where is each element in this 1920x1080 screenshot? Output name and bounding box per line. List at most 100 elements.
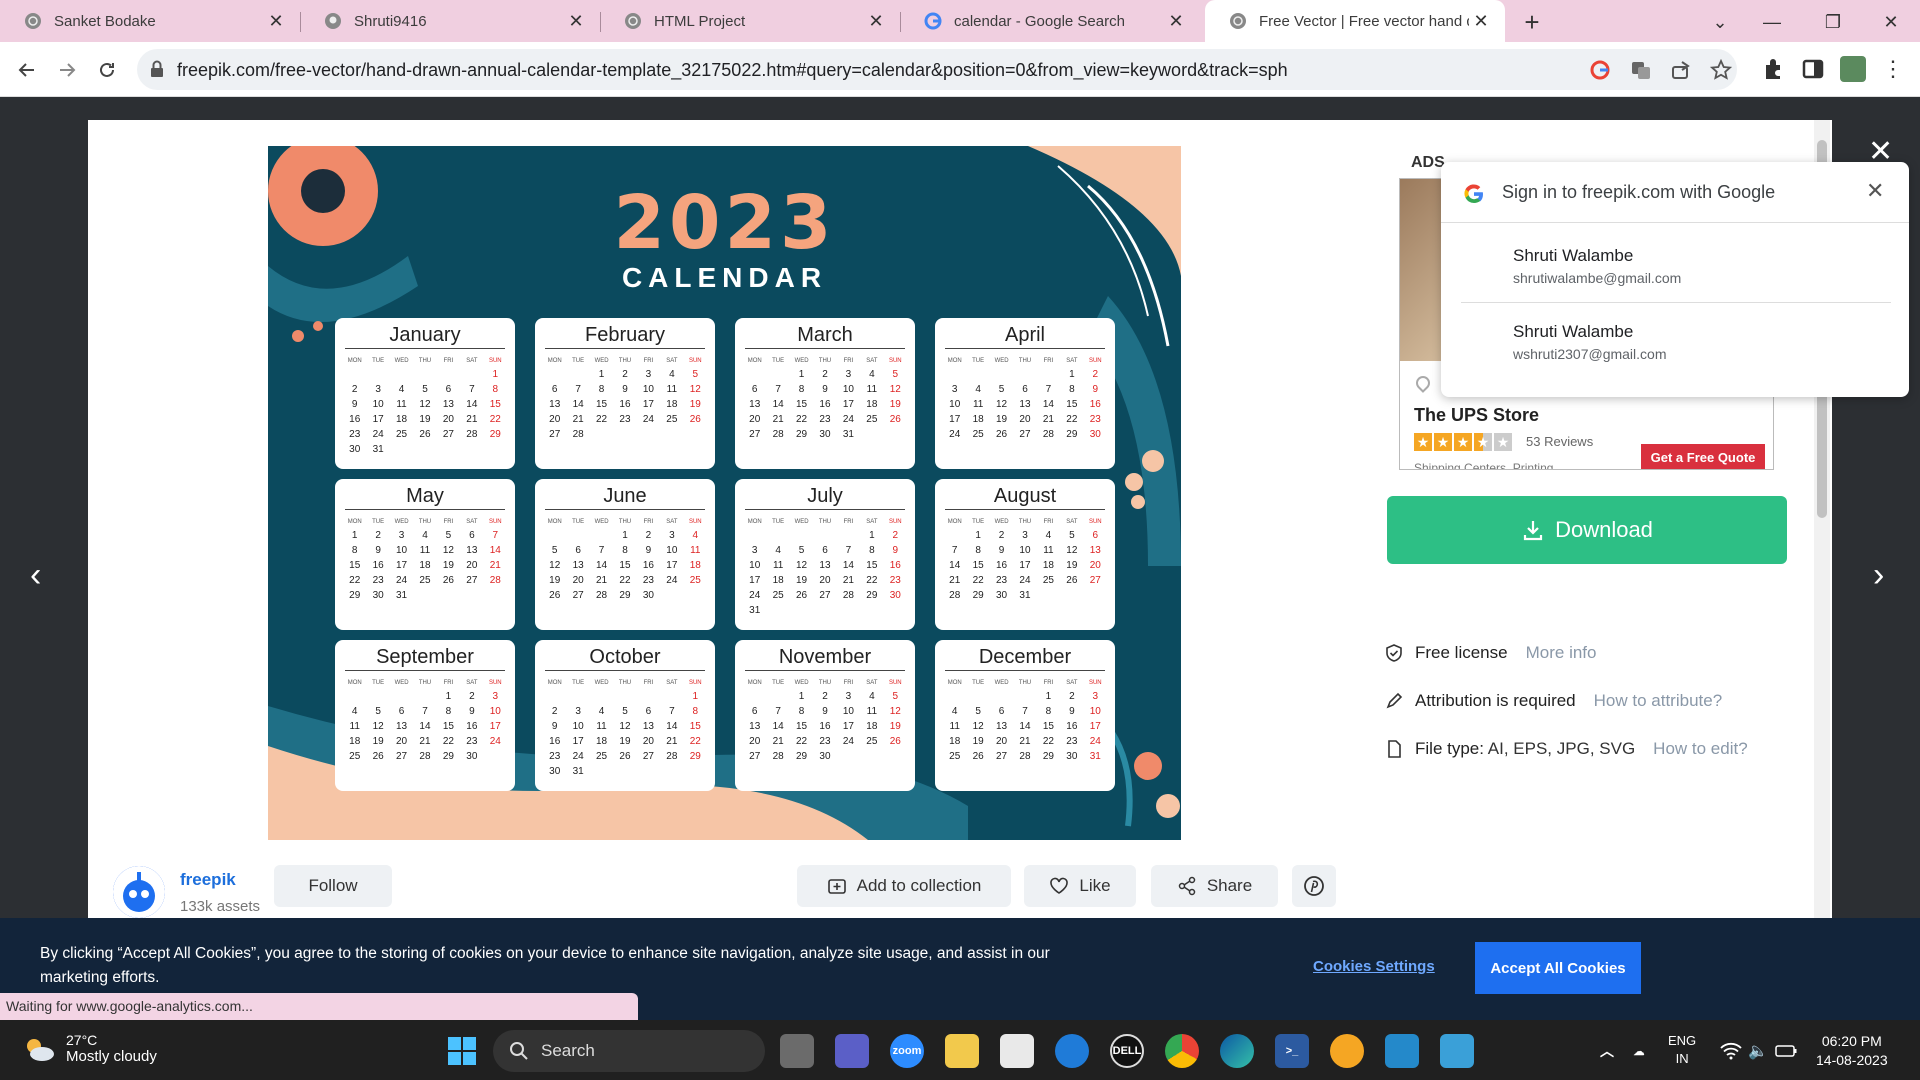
battery-icon[interactable] — [1773, 1034, 1799, 1068]
chrome-icon[interactable] — [1165, 1034, 1199, 1068]
next-arrow-icon[interactable]: › — [1873, 556, 1903, 594]
empty-day — [343, 689, 366, 704]
day-cell: 10 — [1019, 545, 1031, 556]
wifi-icon[interactable] — [1718, 1034, 1744, 1068]
like-button[interactable]: Like — [1024, 865, 1136, 907]
notepad-icon[interactable] — [1440, 1034, 1474, 1068]
day-cell: 25 — [419, 575, 431, 586]
day-cell: 11 — [396, 399, 407, 410]
how-to-attribute-link[interactable]: How to attribute? — [1594, 691, 1723, 711]
month-name: September — [376, 646, 474, 668]
zoom-icon[interactable]: zoom — [890, 1034, 924, 1068]
windows-start-icon[interactable] — [445, 1034, 479, 1068]
close-signin-icon[interactable]: ✕ — [1866, 178, 1884, 204]
day-cell: 30 — [889, 590, 901, 601]
day-cell: 16 — [1066, 721, 1078, 732]
day-cell: 11 — [349, 721, 360, 732]
share-button[interactable]: Share — [1151, 865, 1278, 907]
weekday-label: THU — [418, 519, 432, 525]
menu-kebab-icon[interactable]: ⋮ — [1880, 56, 1906, 82]
task-view-icon[interactable] — [780, 1034, 814, 1068]
add-to-collection-button[interactable]: Add to collection — [797, 865, 1011, 907]
translate-icon[interactable] — [1630, 59, 1652, 81]
empty-day — [590, 528, 613, 543]
empty-day — [366, 367, 389, 382]
day-cell: 7 — [775, 706, 781, 717]
account-option[interactable]: Shruti Walambe shrutiwalambe@gmail.com — [1513, 246, 1893, 286]
how-to-edit-link[interactable]: How to edit? — [1653, 739, 1748, 759]
accept-cookies-button[interactable]: Accept All Cookies — [1475, 942, 1641, 994]
share-page-icon[interactable] — [1670, 59, 1692, 81]
taskbar-search[interactable]: Search — [493, 1030, 765, 1072]
app-icon[interactable] — [1330, 1034, 1364, 1068]
clock[interactable]: 06:20 PM 14-08-2023 — [1816, 1032, 1888, 1070]
new-tab-button[interactable]: + — [1518, 7, 1546, 37]
address-bar[interactable]: freepik.com/free-vector/hand-drawn-annua… — [137, 49, 1737, 90]
tab-search-icon[interactable]: ⌄ — [1705, 8, 1735, 36]
edge-icon[interactable] — [1220, 1034, 1254, 1068]
teams-chat-icon[interactable] — [835, 1034, 869, 1068]
extensions-icon[interactable] — [1760, 56, 1786, 82]
chevron-up-icon[interactable]: ︿ — [1596, 1034, 1618, 1068]
day-cell: 19 — [972, 736, 984, 747]
back-button[interactable] — [12, 55, 42, 85]
safari-icon[interactable] — [1055, 1034, 1089, 1068]
google-lens-icon[interactable] — [1589, 59, 1611, 81]
language-indicator[interactable]: ENG IN — [1668, 1032, 1696, 1068]
ad-cta-button[interactable]: Get a Free Quote — [1641, 444, 1765, 469]
day-cell: 8 — [798, 384, 805, 395]
cookies-settings-link[interactable]: Cookies Settings — [1313, 958, 1435, 975]
tab-html-project[interactable]: HTML Project ✕ — [600, 0, 900, 42]
onedrive-cloud-icon[interactable]: ☁ — [1626, 1034, 1652, 1068]
calendar-title: CALENDAR — [621, 262, 828, 293]
weekday-label: SUN — [488, 358, 502, 364]
weekday-label: SAT — [666, 680, 678, 686]
forward-button[interactable] — [52, 55, 82, 85]
day-cell: 24 — [949, 429, 961, 440]
day-cell: 1 — [692, 691, 699, 702]
follow-button[interactable]: Follow — [274, 865, 392, 907]
minimize-button[interactable]: — — [1757, 8, 1787, 36]
weather-widget[interactable]: 27°C Mostly cloudy — [22, 1032, 157, 1065]
day-cell: 22 — [689, 736, 701, 747]
close-tab-icon[interactable]: ✕ — [1469, 9, 1493, 33]
weekday-label: MON — [347, 519, 362, 525]
dell-icon[interactable]: DELL — [1110, 1034, 1144, 1068]
close-tab-icon[interactable]: ✕ — [864, 9, 888, 33]
tab-shruti[interactable]: Shruti9416 ✕ — [300, 0, 600, 42]
reload-button[interactable] — [92, 55, 122, 85]
maximize-button[interactable]: ❐ — [1818, 8, 1848, 36]
download-button[interactable]: Download — [1387, 496, 1787, 564]
day-cell: 4 — [598, 706, 605, 717]
day-cell: 28 — [1042, 429, 1054, 440]
day-cell: 3 — [1092, 691, 1099, 702]
microsoft-store-icon[interactable] — [1000, 1034, 1034, 1068]
author-name[interactable]: freepik — [180, 870, 236, 890]
more-info-link[interactable]: More info — [1526, 643, 1597, 663]
file-explorer-icon[interactable] — [945, 1034, 979, 1068]
bookmark-star-icon[interactable] — [1710, 59, 1732, 81]
close-tab-icon[interactable]: ✕ — [264, 9, 288, 33]
day-cell: 23 — [819, 736, 831, 747]
pinterest-button[interactable] — [1292, 865, 1336, 907]
tab-freepik[interactable]: Free Vector | Free vector hand dr ✕ — [1205, 0, 1505, 42]
close-tab-icon[interactable]: ✕ — [564, 9, 588, 33]
powershell-icon[interactable]: >_ — [1275, 1034, 1309, 1068]
side-panel-icon[interactable] — [1800, 56, 1826, 82]
day-cell: 7 — [1045, 384, 1052, 395]
tab-google-search[interactable]: calendar - Google Search ✕ — [900, 0, 1200, 42]
close-tab-icon[interactable]: ✕ — [1164, 9, 1188, 33]
profile-avatar[interactable] — [1840, 56, 1866, 82]
day-cell: 4 — [1045, 530, 1052, 541]
day-cell: 23 — [349, 429, 361, 440]
author-avatar[interactable] — [113, 866, 165, 918]
volume-icon[interactable]: 🔈 — [1745, 1034, 1771, 1068]
empty-day — [366, 689, 389, 704]
previous-arrow-icon[interactable]: ‹ — [30, 556, 60, 594]
close-window-button[interactable]: ✕ — [1876, 8, 1906, 36]
tab-sanket[interactable]: Sanket Bodake ✕ — [0, 0, 300, 42]
account-option[interactable]: Shruti Walambe wshruti2307@gmail.com — [1513, 322, 1893, 362]
day-cell: 15 — [689, 721, 701, 732]
month-divider — [545, 509, 705, 510]
vscode-icon[interactable] — [1385, 1034, 1419, 1068]
